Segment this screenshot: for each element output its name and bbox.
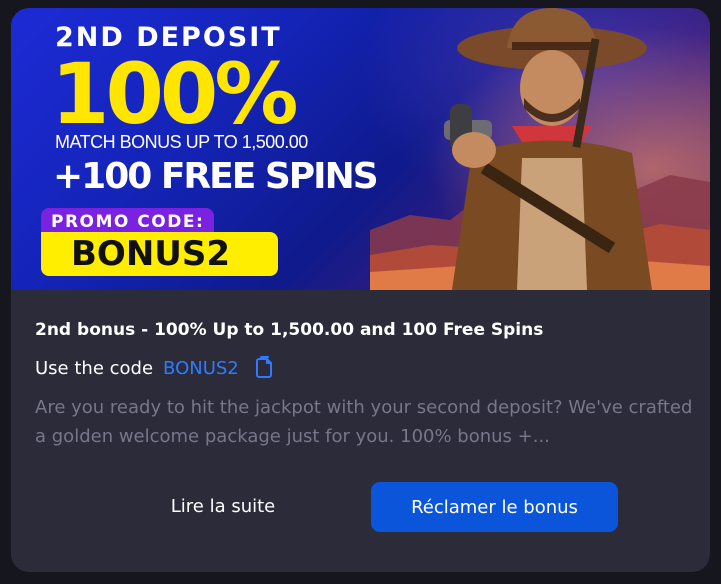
banner-match-text: MATCH BONUS UP TO 1,500.00 xyxy=(55,132,308,152)
read-more-button[interactable]: Lire la suite xyxy=(141,486,305,526)
code-value: BONUS2 xyxy=(163,357,239,379)
offer-description: Are you ready to hit the jackpot with yo… xyxy=(35,397,693,447)
promo-banner: 2ND DEPOSIT 100% MATCH BONUS UP TO 1,500… xyxy=(11,8,710,290)
banner-spins-text: +100 FREE SPINS xyxy=(53,156,379,197)
promo-code-line: Use the code BONUS2 xyxy=(35,356,275,380)
bonus-card: 2ND DEPOSIT 100% MATCH BONUS UP TO 1,500… xyxy=(11,8,710,572)
banner-promo-code: BONUS2 xyxy=(41,232,278,276)
cowboy-illustration xyxy=(444,8,652,290)
copy-icon[interactable] xyxy=(253,356,275,380)
banner-percent: 100% xyxy=(51,45,299,143)
code-label: Use the code xyxy=(35,357,154,379)
offer-title: 2nd bonus - 100% Up to 1,500.00 and 100 … xyxy=(35,320,544,340)
claim-bonus-button[interactable]: Réclamer le bonus xyxy=(371,482,618,532)
